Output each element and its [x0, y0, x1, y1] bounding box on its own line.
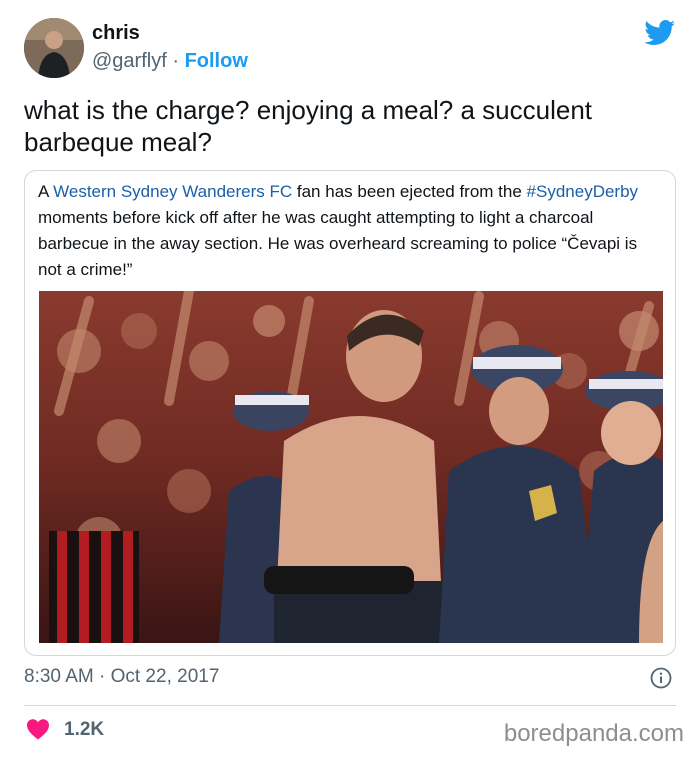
twitter-bird-icon[interactable] — [644, 20, 676, 46]
handle-row: @garflyf · Follow — [92, 50, 248, 73]
handle[interactable]: @garflyf — [92, 50, 167, 72]
quoted-media-card[interactable]: A Western Sydney Wanderers FC fan has be… — [24, 170, 676, 656]
quoted-link-club[interactable]: Western Sydney Wanderers FC — [53, 182, 292, 201]
quoted-rest: moments before kick off after he was cau… — [38, 208, 638, 279]
timestamp[interactable]: 8:30 AM · Oct 22, 2017 — [24, 666, 219, 688]
like-count[interactable]: 1.2K — [64, 719, 104, 741]
avatar-image — [24, 18, 84, 78]
quoted-link-hashtag[interactable]: #SydneyDerby — [527, 182, 639, 201]
avatar[interactable] — [24, 18, 84, 78]
tweet-text: what is the charge? enjoying a meal? a s… — [24, 95, 593, 157]
photo-illustration — [39, 291, 663, 643]
watermark: boredpanda.com — [503, 720, 684, 747]
heart-icon[interactable] — [26, 718, 50, 740]
display-name[interactable]: chris — [92, 22, 140, 45]
divider — [24, 705, 676, 706]
quoted-mid: fan has been ejected from the — [292, 182, 527, 201]
info-icon[interactable] — [650, 667, 672, 689]
crowd-photo[interactable] — [39, 291, 663, 643]
quoted-prefix: A — [38, 182, 54, 201]
quoted-text: A Western Sydney Wanderers FC fan has be… — [38, 179, 658, 283]
follow-button[interactable]: Follow — [185, 50, 248, 72]
separator: · — [172, 50, 179, 72]
